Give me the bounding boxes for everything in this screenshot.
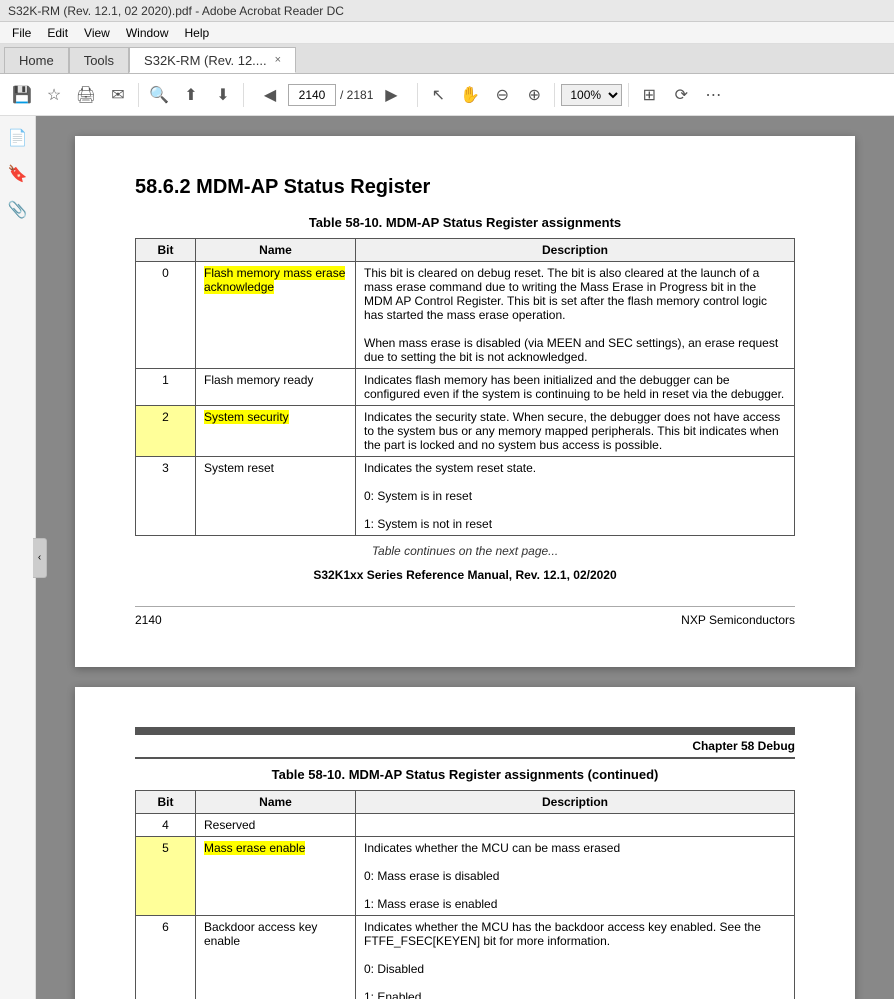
next-page-icon[interactable]: ▶ <box>377 81 405 109</box>
bookmark-icon[interactable]: ☆ <box>40 81 68 109</box>
tab-close-icon[interactable]: × <box>275 54 281 66</box>
hand-icon[interactable]: ✋ <box>456 81 484 109</box>
zoom-select[interactable]: 100% 75% 125% 150% <box>561 84 622 106</box>
col-name-2: Name <box>196 791 356 814</box>
pdf-page-1: 58.6.2 MDM-AP Status Register Table 58-1… <box>75 136 855 667</box>
left-panel: 📄 🔖 📎 <box>0 116 36 999</box>
table-row: 4 Reserved <box>136 814 795 837</box>
zoom-out-search-icon[interactable]: 🔍 <box>145 81 173 109</box>
register-table-2: Bit Name Description 4 Reserved 5 Mass e… <box>135 790 795 999</box>
table-row: 6 Backdoor access key enable Indicates w… <box>136 916 795 999</box>
toolbar-separator-1 <box>138 83 139 107</box>
page-footer-1: 2140 NXP Semiconductors <box>135 606 795 627</box>
panel-attachment-icon[interactable]: 📎 <box>4 196 32 224</box>
name-1: Flash memory ready <box>196 369 356 406</box>
table-row: 5 Mass erase enable Indicates whether th… <box>136 837 795 916</box>
prev-page-icon[interactable]: ◀ <box>256 81 284 109</box>
chapter-bar <box>135 727 795 735</box>
upload-icon[interactable]: ⬆ <box>177 81 205 109</box>
table-row: 0 Flash memory mass erase acknowledge Th… <box>136 262 795 369</box>
desc-4 <box>356 814 795 837</box>
toolbar-separator-5 <box>628 83 629 107</box>
table-title-1: Table 58-10. MDM-AP Status Register assi… <box>135 215 795 230</box>
menu-window[interactable]: Window <box>118 24 177 42</box>
toolbar-separator-4 <box>554 83 555 107</box>
col-name: Name <box>196 239 356 262</box>
section-heading: 58.6.2 MDM-AP Status Register <box>135 176 795 199</box>
download-icon[interactable]: ⬇ <box>209 81 237 109</box>
toolbar: 💾 ☆ 🖨 ✉ 🔍 ⬆ ⬇ ◀ / 2181 ▶ ↖ ✋ ⊖ ⊕ 100% 75… <box>0 74 894 116</box>
bit-2: 2 <box>136 406 196 457</box>
desc-0: This bit is cleared on debug reset. The … <box>356 262 795 369</box>
page-total: / 2181 <box>340 88 373 102</box>
tab-tools[interactable]: Tools <box>69 47 129 73</box>
menu-help[interactable]: Help <box>177 24 218 42</box>
bit-6: 6 <box>136 916 196 999</box>
desc-6: Indicates whether the MCU has the backdo… <box>356 916 795 999</box>
table-title-2: Table 58-10. MDM-AP Status Register assi… <box>135 767 795 782</box>
pdf-page-2: Chapter 58 Debug Table 58-10. MDM-AP Sta… <box>75 687 855 999</box>
name-4: Reserved <box>196 814 356 837</box>
desc-3: Indicates the system reset state. 0: Sys… <box>356 457 795 536</box>
footer-company: NXP Semiconductors <box>681 613 795 627</box>
bit-0: 0 <box>136 262 196 369</box>
col-bit-2: Bit <box>136 791 196 814</box>
titlebar-text: S32K-RM (Rev. 12.1, 02 2020).pdf - Adobe… <box>8 4 344 18</box>
desc-5: Indicates whether the MCU can be mass er… <box>356 837 795 916</box>
page-navigation: ◀ / 2181 ▶ <box>256 81 405 109</box>
panel-bookmark-icon[interactable]: 🔖 <box>4 160 32 188</box>
name-3: System reset <box>196 457 356 536</box>
pdf-content-area[interactable]: 58.6.2 MDM-AP Status Register Table 58-1… <box>36 116 894 999</box>
col-desc-2: Description <box>356 791 795 814</box>
bit-4: 4 <box>136 814 196 837</box>
zoom-in-icon[interactable]: ⊕ <box>520 81 548 109</box>
panel-page-icon[interactable]: 📄 <box>4 124 32 152</box>
table-row: 3 System reset Indicates the system rese… <box>136 457 795 536</box>
save-icon[interactable]: 💾 <box>8 81 36 109</box>
table-row: 2 System security Indicates the security… <box>136 406 795 457</box>
toolbar-separator-2 <box>243 83 244 107</box>
name-0: Flash memory mass erase acknowledge <box>196 262 356 369</box>
menu-file[interactable]: File <box>4 24 39 42</box>
rotate-icon[interactable]: ⟳ <box>667 81 695 109</box>
menu-view[interactable]: View <box>76 24 118 42</box>
chapter-header: Chapter 58 Debug <box>135 739 795 759</box>
name-6: Backdoor access key enable <box>196 916 356 999</box>
toolbar-separator-3 <box>417 83 418 107</box>
table-row: 1 Flash memory ready Indicates flash mem… <box>136 369 795 406</box>
col-bit: Bit <box>136 239 196 262</box>
tab-document[interactable]: S32K-RM (Rev. 12.... × <box>129 47 296 73</box>
titlebar: S32K-RM (Rev. 12.1, 02 2020).pdf - Adobe… <box>0 0 894 22</box>
print-icon[interactable]: 🖨 <box>72 81 100 109</box>
menubar: File Edit View Window Help <box>0 22 894 44</box>
fit-page-icon[interactable]: ⊞ <box>635 81 663 109</box>
footer-center: S32K1xx Series Reference Manual, Rev. 12… <box>135 568 795 582</box>
table-continues: Table continues on the next page... <box>135 544 795 558</box>
bit-1: 1 <box>136 369 196 406</box>
page-input[interactable] <box>288 84 336 106</box>
cursor-icon[interactable]: ↖ <box>424 81 452 109</box>
email-icon[interactable]: ✉ <box>104 81 132 109</box>
bit-5: 5 <box>136 837 196 916</box>
name-5: Mass erase enable <box>196 837 356 916</box>
zoom-out-icon[interactable]: ⊖ <box>488 81 516 109</box>
register-table-1: Bit Name Description 0 Flash memory mass… <box>135 238 795 536</box>
col-desc: Description <box>356 239 795 262</box>
panel-collapse-button[interactable]: ‹ <box>33 538 47 578</box>
desc-2: Indicates the security state. When secur… <box>356 406 795 457</box>
menu-edit[interactable]: Edit <box>39 24 76 42</box>
desc-1: Indicates flash memory has been initiali… <box>356 369 795 406</box>
main-area: 📄 🔖 📎 ‹ 58.6.2 MDM-AP Status Register Ta… <box>0 116 894 999</box>
bit-3: 3 <box>136 457 196 536</box>
tab-home[interactable]: Home <box>4 47 69 73</box>
name-2: System security <box>196 406 356 457</box>
tools-extra-icon[interactable]: ⋯ <box>699 81 727 109</box>
footer-page-number: 2140 <box>135 613 162 627</box>
tabbar: Home Tools S32K-RM (Rev. 12.... × <box>0 44 894 74</box>
